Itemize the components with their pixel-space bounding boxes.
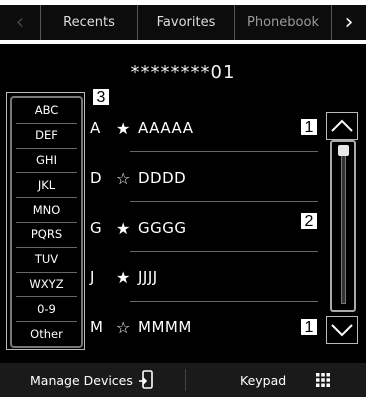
phone-number: ********01 (130, 62, 236, 83)
row-divider (130, 201, 318, 202)
index-item-ghi[interactable]: GHI (12, 148, 81, 173)
contact-name: GGGG (138, 219, 187, 237)
scroll-down-button[interactable] (326, 316, 358, 344)
index-item-def[interactable]: DEF (12, 123, 81, 148)
keypad-label: Keypad (240, 372, 287, 388)
favorite-star-icon[interactable]: ☆ (116, 169, 138, 188)
favorite-star-icon[interactable]: ★ (116, 268, 138, 287)
chevron-down-icon (331, 324, 353, 337)
callout-scrollbar: 2 (300, 212, 318, 230)
chevron-right-icon: › (344, 10, 354, 35)
contact-name: MMMM (138, 318, 192, 336)
callout-scroll-up: 1 (300, 118, 318, 136)
index-item-tuv[interactable]: TUV (12, 247, 81, 272)
tab-favorites[interactable]: Favorites (138, 5, 234, 40)
row-divider (130, 251, 318, 252)
manage-devices-button[interactable]: Manage Devices (30, 363, 154, 397)
contact-row[interactable]: A ★ AAAAA (90, 116, 193, 140)
contact-name: AAAAA (138, 119, 194, 137)
contact-name: DDDD (138, 169, 187, 187)
tab-next-button[interactable]: › (332, 5, 366, 40)
row-divider (130, 301, 318, 302)
phone-transfer-icon (138, 370, 153, 389)
index-item-wxyz[interactable]: WXYZ (12, 272, 81, 297)
favorite-star-icon[interactable]: ★ (116, 119, 138, 138)
contact-row[interactable]: M ☆ MMMM (90, 315, 192, 339)
index-item-pqrs[interactable]: PQRS (12, 222, 81, 247)
callout-index: 3 (92, 88, 110, 106)
index-item-jkl[interactable]: JKL (12, 172, 81, 197)
contact-letter: D (90, 169, 102, 187)
index-item-mno[interactable]: MNO (12, 197, 81, 222)
scrollbar-rail (341, 152, 346, 304)
keypad-button[interactable]: Keypad (240, 363, 331, 397)
contact-row[interactable]: G ★ GGGG (90, 216, 187, 240)
contact-letter: J (90, 268, 95, 286)
contact-row[interactable]: D ☆ DDDD (90, 166, 186, 190)
contact-letter: A (90, 119, 101, 137)
bottom-divider (185, 369, 186, 391)
favorite-star-icon[interactable]: ☆ (116, 318, 138, 337)
contact-name: JJJJ (138, 268, 158, 286)
tab-prev-button[interactable]: ‹ (0, 5, 40, 40)
scrollbar[interactable] (330, 140, 356, 312)
chevron-up-icon (331, 119, 353, 132)
favorite-star-icon[interactable]: ★ (116, 219, 138, 238)
tab-phonebook[interactable]: Phonebook (235, 5, 331, 40)
contact-letter: G (90, 219, 102, 237)
callout-scroll-down: 1 (300, 318, 318, 336)
index-item-other[interactable]: Other (12, 321, 81, 346)
scrollbar-thumb[interactable] (338, 145, 349, 156)
index-item-abc[interactable]: ABC (12, 98, 81, 123)
alphabet-index-list: ABC DEF GHI JKL MNO PQRS TUV WXYZ 0-9 Ot… (10, 96, 83, 348)
bottom-bar: Manage Devices Keypad (0, 363, 366, 397)
contact-row[interactable]: J ★ JJJJ (90, 265, 158, 289)
tab-recents[interactable]: Recents (41, 5, 137, 40)
keypad-grid-icon (316, 373, 331, 387)
row-divider (130, 151, 318, 152)
contact-letter: M (90, 318, 103, 336)
scroll-up-button[interactable] (326, 112, 358, 140)
manage-devices-label: Manage Devices (30, 372, 133, 388)
chevron-left-icon: ‹ (15, 10, 25, 35)
alphabet-index: ABC DEF GHI JKL MNO PQRS TUV WXYZ 0-9 Ot… (6, 92, 85, 350)
index-item-0-9[interactable]: 0-9 (12, 296, 81, 321)
